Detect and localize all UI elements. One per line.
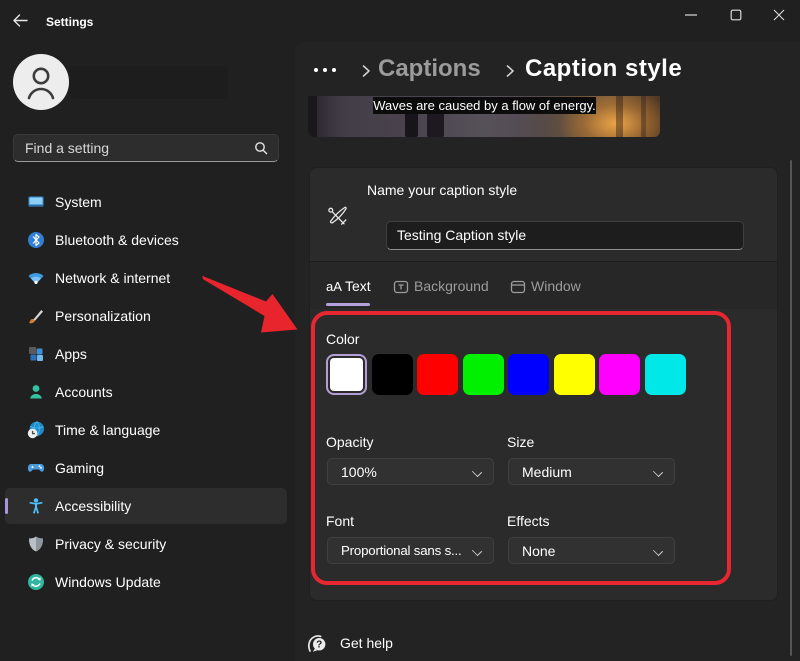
svg-text:?: ? — [316, 640, 322, 651]
